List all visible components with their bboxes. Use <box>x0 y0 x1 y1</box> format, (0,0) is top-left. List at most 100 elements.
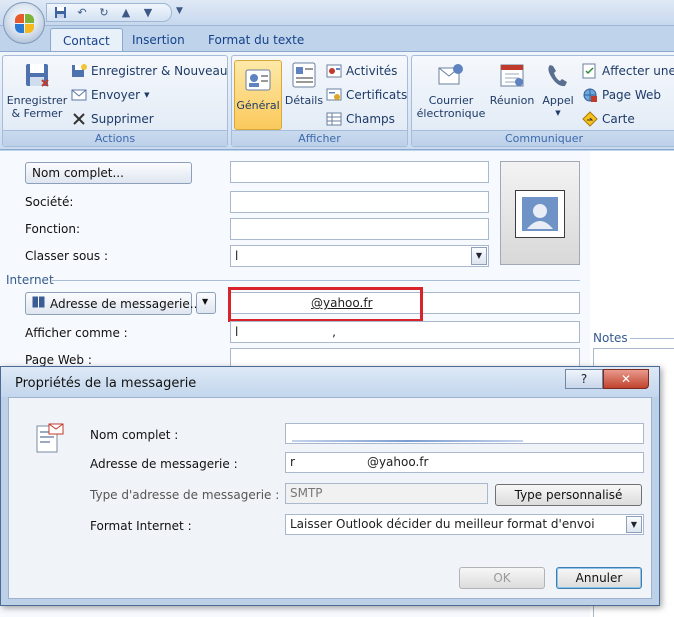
email-properties-icon <box>31 422 65 459</box>
chevron-down-icon[interactable]: ▼ <box>626 516 642 533</box>
meeting-button[interactable]: Réunion <box>488 60 536 107</box>
task-icon <box>582 63 598 79</box>
dialog-window-controls: ? ✕ <box>565 369 649 389</box>
dialog-email-field[interactable]: r @yahoo.fr <box>285 452 644 473</box>
assign-task-label: Affecter une t <box>602 64 674 78</box>
email-highlight-box <box>228 287 423 322</box>
general-button[interactable]: Général <box>234 60 282 130</box>
contact-photo-icon <box>515 190 565 238</box>
save-close-button[interactable]: Enregistrer & Fermer <box>5 60 69 120</box>
save-new-button[interactable]: Enregistrer & Nouveau ▼ <box>71 62 237 80</box>
dialog-email-prefix: r <box>290 455 295 469</box>
dialog-title-bar: Propriétés de la messagerie ? ✕ <box>1 367 659 397</box>
chevron-down-icon: ▼ <box>202 297 209 306</box>
envelope-icon <box>71 87 87 103</box>
email-button[interactable]: Courrier électronique <box>416 60 486 120</box>
calendar-icon <box>497 60 527 90</box>
certificates-button[interactable]: Certificats <box>326 86 407 104</box>
chevron-down-icon[interactable]: ▼ <box>471 247 487 265</box>
email-label-1: Courrier <box>428 94 474 107</box>
close-button[interactable]: ✕ <box>603 369 649 389</box>
save-close-icon <box>22 60 52 90</box>
group-communicate-label: Communiquer <box>412 130 674 146</box>
internet-format-select[interactable]: Laisser Outlook décider du meilleur form… <box>285 514 644 535</box>
redo-icon[interactable]: ↻ <box>97 6 111 19</box>
tab-insertion[interactable]: Insertion <box>120 28 197 52</box>
undo-icon[interactable]: ↶ <box>75 6 89 19</box>
email-type-dropdown[interactable]: ▼ <box>196 292 216 314</box>
map-button[interactable]: Carte <box>582 110 635 128</box>
map-sign-icon <box>582 111 598 127</box>
ok-button[interactable]: OK <box>459 567 545 589</box>
group-actions: Enregistrer & Fermer Enregistrer & Nouve… <box>2 55 237 147</box>
dialog-full-name-field[interactable] <box>285 423 644 444</box>
dialog-email-label: Adresse de messagerie : <box>90 457 238 471</box>
group-actions-label: Actions <box>3 130 227 146</box>
dialog-type-label: Type d'adresse de messagerie : <box>90 488 280 502</box>
webpage-label: Page Web <box>602 88 662 102</box>
up-arrow-icon[interactable]: ▲ <box>119 6 133 19</box>
display-as-suffix: , <box>332 325 336 339</box>
activities-button[interactable]: Activités <box>326 62 397 80</box>
file-as-combo[interactable]: l ▼ <box>230 245 489 267</box>
fields-button[interactable]: Champs <box>326 110 395 128</box>
call-button[interactable]: Appel ▼ <box>538 60 578 120</box>
email-label-2: électronique <box>416 107 486 120</box>
job-title-label: Fonction: <box>25 222 81 236</box>
notes-section-title: Notes <box>593 331 628 345</box>
send-button[interactable]: Envoyer ▼ <box>71 86 149 104</box>
company-field[interactable] <box>230 191 489 213</box>
down-arrow-icon[interactable]: ▼ <box>141 6 155 19</box>
full-name-button[interactable]: Nom complet... <box>25 162 192 184</box>
delete-button[interactable]: Supprimer <box>71 110 154 128</box>
tab-format-du-texte[interactable]: Format du texte <box>196 28 316 52</box>
chevron-down-icon: ▼ <box>555 109 561 117</box>
general-label: Général <box>236 99 280 112</box>
help-button[interactable]: ? <box>565 369 603 389</box>
redacted-name-mark <box>292 440 523 442</box>
contact-photo-button[interactable] <box>500 161 580 265</box>
customize-toolbar-icon[interactable]: ▼ <box>176 6 183 16</box>
ribbon: Enregistrer & Fermer Enregistrer & Nouve… <box>0 51 674 150</box>
notes-section-divider <box>630 338 674 339</box>
chevron-down-icon: ▼ <box>144 91 150 99</box>
map-label: Carte <box>602 112 635 126</box>
display-as-label: Afficher comme : <box>25 326 128 340</box>
internet-format-value: Laisser Outlook décider du meilleur form… <box>290 517 595 531</box>
globe-icon <box>582 87 598 103</box>
save-new-label: Enregistrer & Nouveau <box>91 64 228 78</box>
details-label: Détails <box>284 94 324 107</box>
email-address-button[interactable]: Adresse de messagerie... <box>25 292 201 315</box>
display-as-field[interactable]: l , <box>230 321 580 343</box>
quick-access-toolbar: ↶ ↻ ▲ ▼ <box>46 3 172 22</box>
dialog-full-name-label: Nom complet : <box>90 428 179 442</box>
dialog-format-label: Format Internet : <box>90 519 192 533</box>
file-as-value: l <box>235 249 239 263</box>
email-properties-dialog: Propriétés de la messagerie ? ✕ Nom comp… <box>0 366 660 606</box>
office-logo-icon <box>15 14 35 34</box>
dialog-type-field: SMTP <box>285 483 488 504</box>
certificates-label: Certificats <box>346 88 408 102</box>
save-icon[interactable] <box>53 6 67 19</box>
job-title-field[interactable] <box>230 218 489 240</box>
internet-section-title: Internet <box>6 273 54 287</box>
contact-card-icon <box>243 65 273 95</box>
display-as-value: l <box>235 325 239 339</box>
save-close-label-2: & Fermer <box>11 107 63 120</box>
address-book-icon <box>32 296 45 311</box>
dialog-body: Nom complet : Adresse de messagerie : r @… <box>8 397 652 599</box>
office-button[interactable] <box>3 2 45 44</box>
company-label: Société: <box>25 195 74 209</box>
activities-icon <box>326 63 342 79</box>
group-show: Général Détails Activités Certificats Ch… <box>231 55 408 147</box>
file-as-label: Classer sous : <box>25 249 109 263</box>
fields-grid-icon <box>326 111 342 127</box>
details-button[interactable]: Détails <box>284 60 324 107</box>
ribbon-tabs: Contact Insertion Format du texte <box>0 26 674 52</box>
webpage-button[interactable]: Page Web <box>582 86 661 104</box>
tab-contact[interactable]: Contact <box>50 28 123 52</box>
cancel-button[interactable]: Annuler <box>556 567 642 589</box>
custom-type-button[interactable]: Type personnalisé <box>495 484 642 506</box>
full-name-field[interactable] <box>230 161 489 183</box>
assign-task-button[interactable]: Affecter une t <box>582 62 674 80</box>
